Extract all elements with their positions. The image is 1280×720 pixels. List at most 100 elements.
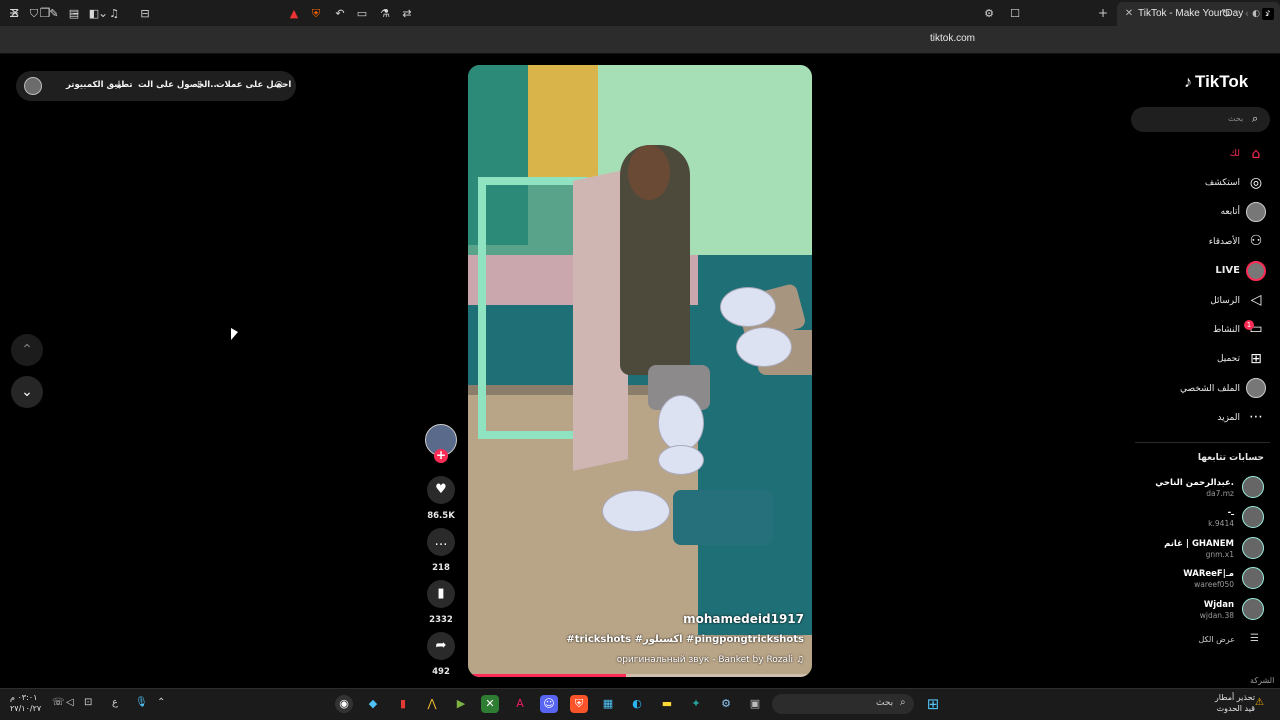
display-icon[interactable]: ⊡ xyxy=(84,697,92,708)
app-icon-5[interactable]: ▶ xyxy=(452,695,470,713)
wallet-icon[interactable]: ▤ xyxy=(67,7,81,21)
account-avatar[interactable] xyxy=(1242,537,1264,559)
upload-icon[interactable]: ⊞ xyxy=(1246,349,1266,369)
account-name[interactable]: Wjdan xyxy=(1130,600,1234,610)
new-tab-icon[interactable]: + xyxy=(1096,6,1110,20)
like-button[interactable]: ♥ xyxy=(427,476,455,504)
sidebar-icon[interactable]: ◧ xyxy=(87,7,101,21)
browser-tab[interactable]: ✕ TikTok - Make Your Day ◐ ♪ xyxy=(1117,2,1280,26)
app-icon-2[interactable]: ◆ xyxy=(364,695,382,713)
app-icon-1[interactable]: ◉ xyxy=(335,695,353,713)
list-icon[interactable]: ☰ xyxy=(1250,633,1259,644)
app-icon-7[interactable]: Α xyxy=(511,695,529,713)
app-icon-13[interactable]: ✦ xyxy=(687,695,705,713)
more-icon[interactable]: ⋯ xyxy=(1246,407,1266,427)
steam-icon[interactable]: ⚙ xyxy=(717,695,735,713)
nav-for-you[interactable]: لك xyxy=(1140,149,1240,159)
music-icon[interactable]: ♫ xyxy=(107,7,121,21)
nav-following[interactable]: أتابعه xyxy=(1140,207,1240,217)
back-icon[interactable]: ‹ xyxy=(1240,7,1254,21)
comment-button[interactable]: … xyxy=(427,528,455,556)
extension-icon[interactable]: ⚗ xyxy=(378,7,392,21)
following-avatar[interactable] xyxy=(1246,202,1266,222)
app-icon-15[interactable]: ▣ xyxy=(746,695,764,713)
share-button[interactable]: ➦ xyxy=(427,632,455,660)
account-handle[interactable]: wareef050 xyxy=(1130,580,1234,589)
app-icon-4[interactable]: ⋀ xyxy=(423,695,441,713)
microphone-icon[interactable]: 🎙 xyxy=(135,697,148,708)
video-progress-bar[interactable] xyxy=(468,674,812,677)
address-bar[interactable] xyxy=(282,3,1022,25)
follow-plus-icon[interactable]: + xyxy=(434,449,448,463)
nav-upload[interactable]: تحميل xyxy=(1140,354,1240,364)
video-music[interactable]: оригинальный звук - Banket by Rozali ♫ xyxy=(617,655,804,665)
xbox-icon[interactable]: ✕ xyxy=(481,695,499,713)
account-handle[interactable]: k.9414 xyxy=(1130,519,1234,528)
profile-avatar[interactable] xyxy=(1246,378,1266,398)
account-avatar[interactable] xyxy=(1242,598,1264,620)
translate-icon[interactable]: ⇄ xyxy=(400,7,414,21)
url-text[interactable]: tiktok.com xyxy=(930,33,975,44)
previous-video-button[interactable]: ⌃ xyxy=(11,334,43,366)
friends-icon[interactable]: ⚇ xyxy=(1246,231,1266,251)
tab-close-icon[interactable]: ✕ xyxy=(1123,2,1135,26)
nav-friends[interactable]: الأصدقاء xyxy=(1140,237,1240,247)
nav-activity[interactable]: النشاط xyxy=(1140,325,1240,335)
compass-icon[interactable]: ◎ xyxy=(1246,173,1266,193)
tiktok-logo[interactable]: ♪ TikTok xyxy=(1184,72,1248,92)
app-icon-3[interactable]: ▮ xyxy=(394,695,412,713)
account-name[interactable]: عبدالرحمن الناحي. xyxy=(1130,478,1234,488)
search-input[interactable] xyxy=(1131,107,1270,132)
account-name[interactable]: WAReeF|مـ xyxy=(1130,569,1234,579)
account-avatar[interactable] xyxy=(1242,567,1264,589)
menu-icon[interactable]: ☰ xyxy=(7,7,21,21)
nav-messages[interactable]: الرسائل xyxy=(1140,296,1240,306)
live-avatar[interactable] xyxy=(1246,261,1266,281)
taskbar-clock[interactable]: ٠٣:٠١ م ٢٧/١٠/٢٧ xyxy=(10,692,41,714)
account-avatar[interactable] xyxy=(1242,476,1264,498)
account-name[interactable]: -ـ xyxy=(1130,508,1234,518)
taskbar-search-icon[interactable]: ⌕ xyxy=(900,697,906,708)
home-icon[interactable]: ⌂ xyxy=(1246,144,1266,164)
discord-icon[interactable]: ☺ xyxy=(540,695,558,713)
store-icon[interactable]: ▦ xyxy=(599,695,617,713)
edge-icon[interactable]: ◐ xyxy=(628,695,646,713)
account-name[interactable]: غانم | GHANEM xyxy=(1130,539,1234,549)
brave-shields-icon[interactable]: ⛨ xyxy=(309,7,323,21)
user-avatar[interactable] xyxy=(24,77,42,95)
reload-alt-icon[interactable]: ↶ xyxy=(333,7,347,21)
nav-profile[interactable]: الملف الشخصي xyxy=(1140,384,1240,394)
file-explorer-icon[interactable]: ▬ xyxy=(658,695,676,713)
cast-icon[interactable]: ▭ xyxy=(355,7,369,21)
chat-icon[interactable]: ☏ xyxy=(52,697,65,708)
language-indicator[interactable]: ع xyxy=(112,697,118,708)
see-all-link[interactable]: عرض الكل xyxy=(1160,635,1235,644)
search-icon[interactable]: ⌕ xyxy=(1252,112,1258,126)
nav-live[interactable]: LIVE xyxy=(1140,265,1240,276)
shield-icon[interactable]: ⛉ xyxy=(27,7,41,21)
video-hashtags[interactable]: #trickshots #اكسبلور #pingpongtrickshots xyxy=(566,634,804,645)
tab-manager-icon[interactable]: ⊟ xyxy=(138,7,152,21)
start-button-icon[interactable]: ⊞ xyxy=(924,695,942,713)
video-player[interactable]: mohamedeid1917 #trickshots #اكسبلور #pin… xyxy=(468,65,812,677)
reload-icon[interactable]: ↻ xyxy=(1219,7,1233,21)
account-handle[interactable]: da7.mz xyxy=(1130,489,1234,498)
site-settings-icon[interactable]: ⚙ xyxy=(982,7,996,21)
tray-chevron-icon[interactable]: ⌃ xyxy=(157,697,165,708)
brave-icon[interactable]: ⛨ xyxy=(570,695,588,713)
desktop-app-link[interactable]: تطبيق الكمبيوتر xyxy=(66,80,133,90)
account-avatar[interactable] xyxy=(1242,506,1264,528)
account-handle[interactable]: gnm.x1 xyxy=(1130,550,1234,559)
company-link[interactable]: الشركة xyxy=(1250,676,1274,685)
get-app-link[interactable]: الحصول على الت... xyxy=(138,80,220,90)
pin-icon[interactable]: ✎ xyxy=(47,7,61,21)
video-username[interactable]: mohamedeid1917 xyxy=(683,612,804,626)
send-icon[interactable]: ◁ xyxy=(1246,290,1266,310)
volume-icon[interactable]: ◁ xyxy=(66,697,74,708)
save-button[interactable]: ▮ xyxy=(427,580,455,608)
account-handle[interactable]: wjdan.38 xyxy=(1130,611,1234,620)
forward-icon[interactable]: › xyxy=(1260,7,1274,21)
next-video-button[interactable]: ⌄ xyxy=(11,376,43,408)
bookmark-icon[interactable]: ☐ xyxy=(1008,7,1022,21)
music-title[interactable]: оригинальный звук - Banket by Rozali xyxy=(617,655,793,665)
